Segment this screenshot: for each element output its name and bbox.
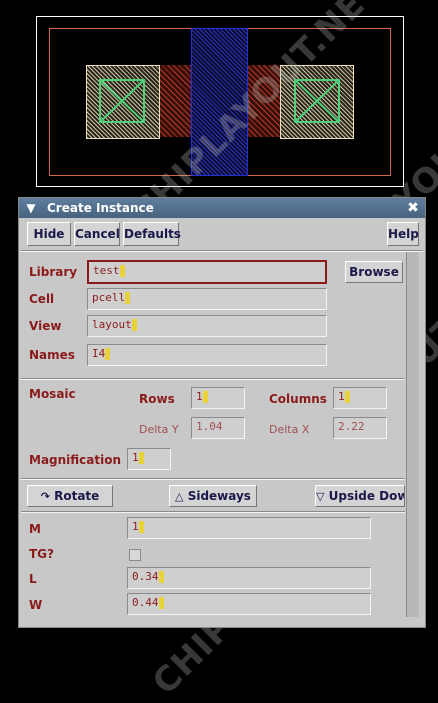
w-label: W <box>29 598 43 612</box>
cancel-button[interactable]: Cancel <box>74 222 120 246</box>
cell-label: Cell <box>29 292 55 306</box>
library-label: Library <box>29 265 78 279</box>
separator <box>21 478 405 480</box>
tg-checkbox[interactable] <box>129 549 141 561</box>
dialog-title: Create Instance <box>47 201 154 215</box>
hide-button[interactable]: Hide <box>27 222 71 246</box>
magnification-label: Magnification <box>29 453 122 467</box>
create-instance-dialog: ▼ Create Instance ✖ Hide Cancel Defaults… <box>18 197 426 628</box>
layout-canvas[interactable] <box>0 0 438 196</box>
browse-button[interactable]: Browse <box>345 261 403 283</box>
names-label: Names <box>29 348 75 362</box>
mosaic-label: Mosaic <box>29 387 76 401</box>
l-label: L <box>29 572 37 586</box>
delta-y-label: Delta Y <box>139 423 179 436</box>
chevron-down-icon[interactable]: ▼ <box>23 200 39 216</box>
defaults-button[interactable]: Defaults <box>123 222 181 246</box>
upside-down-icon: ▽ <box>316 490 325 503</box>
title-bar[interactable]: ▼ Create Instance ✖ <box>19 198 425 218</box>
upside-down-button[interactable]: ▽ Upside Dow <box>315 485 405 507</box>
drain-contact <box>294 79 340 123</box>
cell-field[interactable]: pcell <box>87 288 327 310</box>
close-icon[interactable]: ✖ <box>405 200 421 216</box>
w-field[interactable]: 0.44 <box>127 593 371 615</box>
separator <box>21 378 405 380</box>
tg-label: TG? <box>29 547 54 561</box>
rotate-icon: ↷ <box>40 490 50 503</box>
library-field[interactable]: test <box>87 260 327 284</box>
m-field[interactable]: 1 <box>127 517 371 539</box>
view-field[interactable]: layout <box>87 315 327 337</box>
rows-label: Rows <box>139 392 175 406</box>
sideways-button[interactable]: △ Sideways <box>169 485 257 507</box>
poly-gate <box>191 28 248 176</box>
help-button[interactable]: Help <box>387 222 419 246</box>
delta-x-label: Delta X <box>269 423 310 436</box>
m-label: M <box>29 522 41 536</box>
scrollbar[interactable] <box>406 252 419 617</box>
separator <box>21 511 405 513</box>
view-label: View <box>29 319 62 333</box>
separator <box>21 250 423 252</box>
rotate-button[interactable]: ↷ Rotate <box>27 485 113 507</box>
l-field[interactable]: 0.34 <box>127 567 371 589</box>
delta-x-field: 2.22 <box>333 417 387 439</box>
source-contact <box>99 79 145 123</box>
delta-y-field: 1.04 <box>191 417 245 439</box>
names-field[interactable]: I4 <box>87 344 327 366</box>
columns-field[interactable]: 1 <box>333 387 387 409</box>
rows-field[interactable]: 1 <box>191 387 245 409</box>
sideways-icon: △ <box>175 490 184 503</box>
columns-label: Columns <box>269 392 327 406</box>
magnification-field[interactable]: 1 <box>127 448 171 470</box>
